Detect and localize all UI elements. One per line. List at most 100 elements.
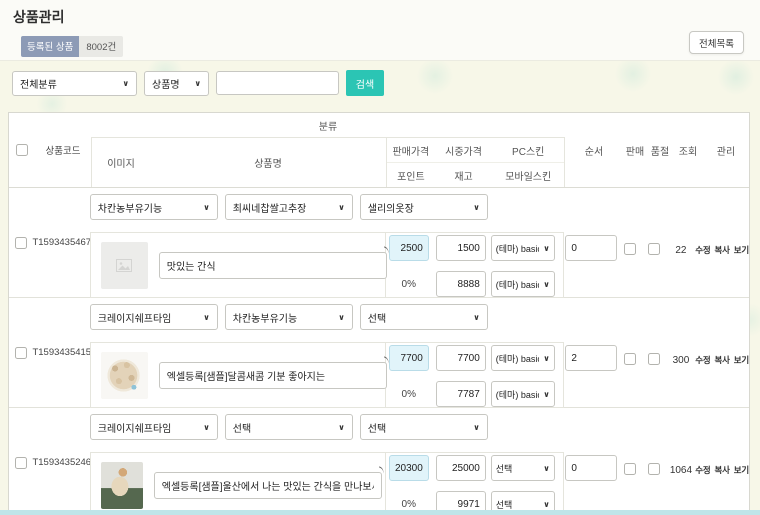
stock-input[interactable] — [436, 381, 486, 407]
chevron-down-icon — [195, 78, 202, 89]
category1-select[interactable]: 크레이지쉐프타임 — [90, 414, 218, 440]
badge-label: 등록된 상품 — [21, 36, 79, 57]
order-input[interactable] — [565, 345, 617, 371]
pc-skin-select[interactable]: (테마) basic — [491, 235, 555, 261]
chevron-down-icon — [338, 202, 345, 213]
category1-value: 차칸농부유기능 — [98, 200, 162, 215]
row-checkbox[interactable] — [15, 347, 27, 359]
category1-select[interactable]: 크레이지쉐프타임 — [90, 304, 218, 330]
search-button[interactable]: 검색 — [346, 70, 384, 96]
product-table: 상품코드 분류 이미지 상품명 판매가격 시중가격 PC스킨 포인트 재 — [8, 112, 750, 515]
mobile-skin-select[interactable]: (테마) basic — [491, 381, 555, 407]
product-code: T1593435246 — [34, 408, 90, 515]
soldout-checkbox[interactable] — [648, 353, 660, 365]
search-field-value: 상품명 — [152, 76, 180, 91]
chevron-down-icon — [543, 353, 550, 363]
soldout-checkbox[interactable] — [648, 243, 660, 255]
chevron-down-icon — [203, 202, 210, 213]
header-manage: 관리 — [703, 113, 749, 187]
category3-value: 선택 — [368, 310, 386, 325]
sale-checkbox[interactable] — [624, 243, 636, 255]
category2-value: 최씨네찹쌀고추장 — [233, 200, 307, 215]
sale-price-input[interactable] — [389, 455, 429, 481]
copy-link[interactable]: 복사 — [714, 244, 729, 256]
header-image: 이미지 — [92, 138, 150, 187]
header-sale-price: 판매가격 — [387, 143, 435, 158]
product-name-input[interactable] — [159, 362, 387, 389]
search-filter-bar: 전체분류 상품명 검색 — [12, 70, 384, 96]
product-thumbnail — [101, 462, 143, 509]
copy-link[interactable]: 복사 — [714, 464, 729, 476]
header-code: 상품코드 — [35, 113, 91, 187]
pc-skin-select[interactable]: (테마) basic — [491, 345, 555, 371]
copy-link[interactable]: 복사 — [714, 354, 729, 366]
category3-select[interactable]: 선택 — [360, 414, 488, 440]
manage-links: 수정 복사 보기 — [695, 464, 749, 476]
chevron-down-icon — [543, 463, 550, 473]
views-count: 1064 — [667, 408, 696, 515]
pc-skin-select[interactable]: 선택 — [491, 455, 555, 481]
market-price-input[interactable] — [436, 345, 486, 371]
registered-count-badge: 등록된 상품 8002건 — [21, 36, 123, 57]
category1-value: 크레이지쉐프타임 — [98, 420, 172, 435]
chevron-down-icon — [473, 312, 480, 323]
sale-checkbox[interactable] — [624, 463, 636, 475]
point-value: 0% — [389, 499, 429, 510]
product-code: T1593435467 — [34, 188, 90, 297]
point-value: 0% — [389, 389, 429, 400]
category-filter-value: 전체분류 — [20, 76, 57, 91]
keyword-input[interactable] — [216, 71, 339, 95]
product-name-input[interactable] — [159, 252, 387, 279]
resize-grip-icon — [382, 246, 390, 254]
mobile-skin-value: (테마) basic — [496, 388, 540, 401]
select-all-checkbox[interactable] — [16, 144, 28, 156]
order-input[interactable] — [565, 455, 617, 481]
sale-price-input[interactable] — [389, 345, 429, 371]
chevron-down-icon — [473, 202, 480, 213]
view-link[interactable]: 보기 — [734, 354, 749, 366]
row-checkbox[interactable] — [15, 237, 27, 249]
mobile-skin-value: (테마) basic — [496, 278, 540, 291]
edit-link[interactable]: 수정 — [695, 354, 710, 366]
table-header: 상품코드 분류 이미지 상품명 판매가격 시중가격 PC스킨 포인트 재 — [9, 113, 749, 188]
view-link[interactable]: 보기 — [734, 464, 749, 476]
views-count: 300 — [667, 298, 696, 407]
market-price-input[interactable] — [436, 455, 486, 481]
edit-link[interactable]: 수정 — [695, 244, 710, 256]
edit-link[interactable]: 수정 — [695, 464, 710, 476]
sale-checkbox[interactable] — [624, 353, 636, 365]
category-filter-select[interactable]: 전체분류 — [12, 71, 137, 96]
category2-select[interactable]: 차칸농부유기능 — [225, 304, 353, 330]
row-checkbox[interactable] — [15, 457, 27, 469]
view-link[interactable]: 보기 — [734, 244, 749, 256]
category3-select[interactable]: 샐리의옷장 — [360, 194, 488, 220]
product-thumbnail — [101, 352, 148, 399]
category3-select[interactable]: 선택 — [360, 304, 488, 330]
category2-select[interactable]: 선택 — [225, 414, 353, 440]
header-category: 분류 — [91, 113, 565, 137]
header-order: 순서 — [565, 113, 623, 187]
order-input[interactable] — [565, 235, 617, 261]
all-list-button[interactable]: 전체목록 — [689, 31, 744, 54]
table-row: T1593435246 크레이지쉐프타임 선택 선택 — [9, 408, 749, 515]
top-header: 상품관리 등록된 상품 8002건 전체목록 — [0, 0, 760, 61]
mobile-skin-select[interactable]: (테마) basic — [491, 271, 555, 297]
search-field-select[interactable]: 상품명 — [144, 71, 209, 96]
resize-grip-icon — [377, 466, 385, 474]
product-name-input[interactable] — [154, 472, 382, 499]
page-title: 상품관리 — [13, 7, 65, 27]
soldout-checkbox[interactable] — [648, 463, 660, 475]
chevron-down-icon — [338, 312, 345, 323]
market-price-input[interactable] — [436, 235, 486, 261]
category1-select[interactable]: 차칸농부유기능 — [90, 194, 218, 220]
chevron-down-icon — [543, 243, 550, 253]
footer-strip — [0, 510, 760, 515]
header-stock: 재고 — [435, 168, 493, 183]
category2-select[interactable]: 최씨네찹쌀고추장 — [225, 194, 353, 220]
chevron-down-icon — [543, 279, 550, 289]
chevron-down-icon — [543, 499, 550, 509]
pc-skin-value: (테마) basic — [496, 352, 540, 365]
views-count: 22 — [667, 188, 696, 297]
sale-price-input[interactable] — [389, 235, 429, 261]
stock-input[interactable] — [436, 271, 486, 297]
